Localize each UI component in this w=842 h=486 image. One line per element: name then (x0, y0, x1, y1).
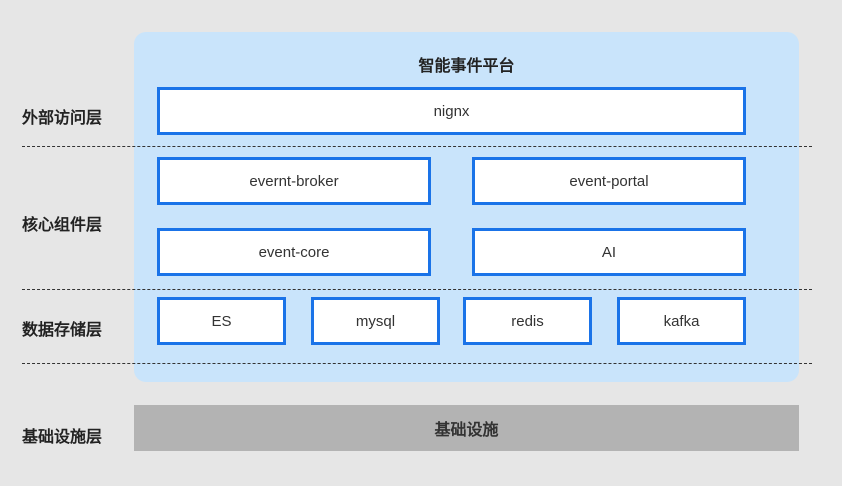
component-redis: redis (463, 297, 592, 345)
infrastructure-bar: 基础设施 (134, 405, 799, 451)
platform-title: 智能事件平台 (418, 58, 515, 75)
layer-label-core: 核心组件层 (22, 217, 103, 234)
layer-divider (22, 363, 812, 364)
component-portal: event-portal (472, 157, 746, 205)
component-ai: AI (472, 228, 746, 276)
component-kafka: kafka (617, 297, 746, 345)
layer-divider (22, 146, 812, 147)
component-mysql: mysql (311, 297, 440, 345)
component-nginx: nignx (157, 87, 746, 135)
component-core: event-core (157, 228, 431, 276)
layer-label-external: 外部访问层 (22, 110, 103, 127)
layer-divider (22, 289, 812, 290)
component-es: ES (157, 297, 286, 345)
infrastructure-label: 基础设施 (434, 422, 499, 439)
layer-label-storage: 数据存储层 (22, 322, 103, 339)
component-broker: evernt-broker (157, 157, 431, 205)
layer-label-infra: 基础设施层 (22, 429, 103, 446)
